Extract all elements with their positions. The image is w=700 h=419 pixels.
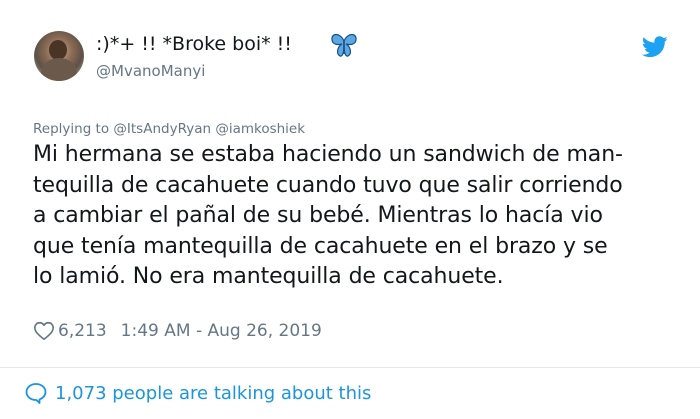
tweet-text-line: lo lamió. No era mantequilla de cacahuet… (33, 264, 504, 290)
replying-prefix: Replying to (33, 121, 110, 137)
speech-bubble-icon (25, 383, 47, 404)
timestamp[interactable]: 1:49 AM - Aug 26, 2019 (121, 321, 322, 341)
reply-mentions[interactable]: @ItsAndyRyan @iamkoshiek (113, 121, 305, 137)
heart-icon[interactable] (33, 320, 55, 342)
tweet-text-line: a cambiar el pañal de su bebé. Mientras … (33, 203, 603, 229)
tweet-text-line: que tenía mantequilla de cacahuete en el… (33, 233, 608, 259)
tweet-text-line: tequilla de cacahuete cuando tuvo que sa… (33, 172, 623, 198)
avatar[interactable] (34, 31, 84, 81)
tweet-card: :)*+ !! *Broke boi* !! @MvanoManyi Reply… (0, 0, 700, 419)
like-count[interactable]: 6,213 (58, 321, 107, 341)
tweet-text: Mi hermana se estaba haciendo un sandwic… (33, 140, 693, 293)
tweet-text-line: Mi hermana se estaba haciendo un sandwic… (33, 142, 623, 167)
twitter-bird-icon[interactable] (642, 36, 668, 58)
talking-about-link[interactable]: 1,073 people are talking about this (24, 381, 371, 405)
talking-about-label[interactable]: 1,073 people are talking about this (55, 383, 371, 404)
divider (0, 367, 700, 368)
replying-to: Replying to @ItsAndyRyan @iamkoshiek (33, 121, 305, 137)
tweet-meta: 6,213 1:49 AM - Aug 26, 2019 (33, 318, 322, 344)
avatar-body (41, 58, 77, 81)
display-name[interactable]: :)*+ !! *Broke boi* !! (96, 33, 292, 55)
butterfly-icon (331, 33, 357, 57)
user-handle[interactable]: @MvanoManyi (96, 62, 205, 80)
avatar-head (49, 40, 67, 60)
